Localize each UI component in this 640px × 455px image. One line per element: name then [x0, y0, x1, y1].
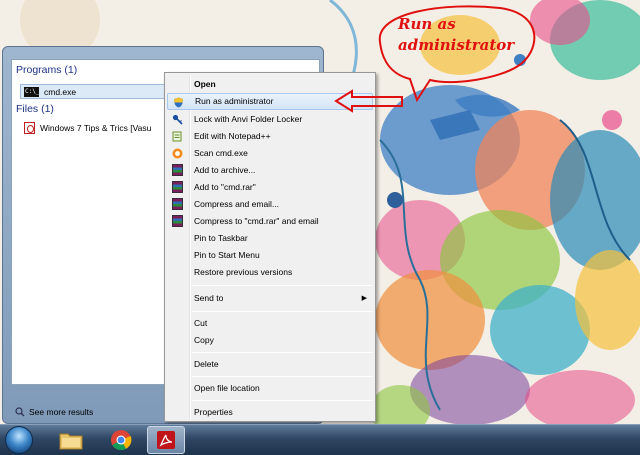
taskbar-pdf-reader-button[interactable]	[147, 426, 185, 454]
annotation-line-1: Run as	[398, 15, 456, 33]
windows-explorer-icon	[59, 433, 83, 450]
annotation-line-2: administrator	[398, 36, 515, 54]
taskbar-chrome-button[interactable]	[102, 426, 140, 454]
taskbar	[0, 424, 640, 455]
annotation-graphics	[334, 5, 536, 113]
annotation-callout-text: Run as administrator	[398, 14, 518, 56]
pointer-arrow	[334, 89, 403, 113]
start-orb-icon[interactable]	[5, 426, 33, 454]
taskbar-explorer-button[interactable]	[52, 426, 90, 454]
chrome-icon	[111, 430, 132, 451]
pdf-reader-icon	[157, 431, 175, 449]
